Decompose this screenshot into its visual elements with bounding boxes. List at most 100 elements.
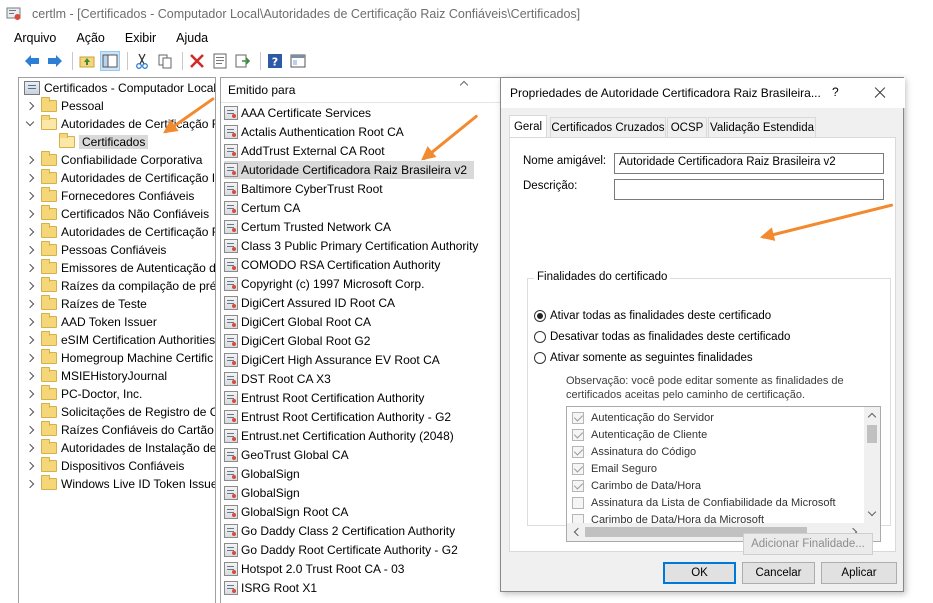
chevron-right-icon[interactable] (25, 461, 35, 471)
show-tree-icon[interactable] (100, 51, 120, 71)
forward-icon[interactable] (45, 51, 65, 71)
console-icon[interactable] (288, 51, 308, 71)
certificate-row[interactable]: Actalis Authentication Root CA (224, 123, 404, 141)
tree-item[interactable]: Certificados (59, 133, 149, 151)
purpose-item[interactable]: Assinatura da Lista de Confiabilidade da… (572, 494, 836, 511)
tab-ocsp[interactable]: OCSP (667, 117, 707, 137)
chevron-right-icon[interactable] (25, 155, 35, 165)
column-header-emitido-para[interactable]: Emitido para (221, 78, 502, 103)
tree-item[interactable]: Pessoal (25, 97, 104, 115)
purpose-item[interactable]: Carimbo de Data/Hora (572, 477, 701, 494)
chevron-right-icon[interactable] (25, 335, 35, 345)
tree-item[interactable]: Emissores de Autenticação d (25, 259, 215, 277)
purpose-checkbox[interactable] (572, 479, 584, 492)
tree-item[interactable]: Solicitações de Registro de Ce (25, 403, 215, 421)
chevron-right-icon[interactable] (25, 353, 35, 363)
chevron-right-icon[interactable] (25, 209, 35, 219)
certificate-row[interactable]: Copyright (c) 1997 Microsoft Corp. (224, 275, 424, 293)
tree-item[interactable]: Raízes de Teste (25, 295, 147, 313)
certificate-row[interactable]: Entrust.net Certification Authority (204… (224, 427, 454, 445)
tree-item[interactable]: Fornecedores Confiáveis (25, 187, 194, 205)
certificate-row[interactable]: AddTrust External CA Root (224, 142, 385, 160)
certificate-row[interactable]: Entrust Root Certification Authority (224, 389, 424, 407)
certificate-row[interactable]: Class 3 Public Primary Certification Aut… (224, 237, 478, 255)
menu-arquivo[interactable]: Arquivo (14, 31, 56, 45)
chevron-right-icon[interactable] (25, 317, 35, 327)
back-icon[interactable] (22, 51, 42, 71)
tree-item[interactable]: Raízes Confiáveis do Cartão I (25, 421, 215, 439)
tree-item[interactable]: Autoridades de Certificação I (25, 169, 215, 187)
certificate-row[interactable]: AAA Certificate Services (224, 104, 371, 122)
chevron-right-icon[interactable] (25, 299, 35, 309)
menu-acao[interactable]: Ação (76, 31, 105, 45)
purpose-checkbox[interactable] (572, 496, 584, 509)
radio-button[interactable] (534, 310, 546, 322)
chevron-right-icon[interactable] (25, 191, 35, 201)
certificate-row[interactable]: Go Daddy Class 2 Certification Authority (224, 522, 455, 540)
tree-item[interactable]: Pessoas Confiáveis (25, 241, 166, 259)
menu-exibir[interactable]: Exibir (125, 31, 156, 45)
tab-geral[interactable]: Geral (509, 115, 547, 138)
certificate-row[interactable]: Go Daddy Root Certificate Authority - G2 (224, 541, 458, 559)
tree-item[interactable]: Homegroup Machine Certific (25, 349, 213, 367)
tree-item[interactable]: MSIEHistoryJournal (25, 367, 167, 385)
tree-item[interactable]: Autoridades de Certificação F (25, 223, 215, 241)
certificate-row[interactable]: ISRG Root X1 (224, 579, 317, 597)
tree-item[interactable]: Dispositivos Confiáveis (25, 457, 184, 475)
tree-item[interactable]: Windows Live ID Token Issuer (25, 475, 215, 493)
description-field[interactable] (614, 179, 884, 200)
menu-ajuda[interactable]: Ajuda (176, 31, 208, 45)
certificate-row[interactable]: GlobalSign Root CA (224, 503, 348, 521)
certificate-row[interactable]: Certum CA (224, 199, 300, 217)
scroll-down-icon[interactable] (868, 510, 875, 517)
scroll-left-icon[interactable] (573, 528, 580, 535)
certificate-row[interactable]: DigiCert Global Root G2 (224, 332, 370, 350)
cut-icon[interactable] (132, 51, 152, 71)
purpose-item[interactable]: Email Seguro (572, 460, 657, 477)
friendly-name-field[interactable]: Autoridade Certificadora Raiz Brasileira… (614, 153, 884, 174)
help-icon[interactable]: ? (265, 51, 285, 71)
chevron-right-icon[interactable] (25, 245, 35, 255)
certificate-row[interactable]: Entrust Root Certification Authority - G… (224, 408, 451, 426)
chevron-right-icon[interactable] (25, 101, 35, 111)
purpose-checkbox[interactable] (572, 411, 584, 424)
chevron-right-icon[interactable] (25, 425, 35, 435)
certificate-row[interactable]: GeoTrust Global CA (224, 446, 349, 464)
certificate-row[interactable]: Certum Trusted Network CA (224, 218, 391, 236)
certificate-row[interactable]: COMODO RSA Certification Authority (224, 256, 440, 274)
tree-item[interactable]: eSIM Certification Authorities (25, 331, 215, 349)
certificate-row[interactable]: DigiCert High Assurance EV Root CA (224, 351, 440, 369)
purpose-checkbox[interactable] (572, 428, 584, 441)
purpose-checkbox[interactable] (572, 462, 584, 475)
cancel-button[interactable]: Cancelar (742, 562, 815, 584)
radio-button[interactable] (534, 352, 546, 364)
chevron-right-icon[interactable] (25, 389, 35, 399)
certificate-row[interactable]: DigiCert Global Root CA (224, 313, 371, 331)
chevron-right-icon[interactable] (25, 407, 35, 417)
certificate-row[interactable]: DigiCert Assured ID Root CA (224, 294, 395, 312)
apply-button[interactable]: Aplicar (821, 562, 897, 584)
vertical-scrollbar[interactable] (864, 407, 880, 525)
certificate-row[interactable]: Baltimore CyberTrust Root (224, 180, 383, 198)
purpose-item[interactable]: Autenticação do Servidor (572, 409, 714, 426)
chevron-down-icon[interactable] (25, 119, 35, 129)
radio-enable-only-selected[interactable]: Ativar somente as seguintes finalidades (534, 352, 753, 364)
certificate-row[interactable]: GlobalSign (224, 484, 300, 502)
radio-disable-all[interactable]: Desativar todas as finalidades deste cer… (534, 331, 790, 343)
chevron-right-icon[interactable] (25, 227, 35, 237)
tab-validacao-estendida[interactable]: Validação Estendida (708, 117, 816, 137)
radio-button[interactable] (534, 331, 546, 343)
chevron-right-icon[interactable] (25, 173, 35, 183)
export-icon[interactable] (233, 51, 253, 71)
certificate-row[interactable]: DST Root CA X3 (224, 370, 331, 388)
certificate-row[interactable]: Hotspot 2.0 Trust Root CA - 03 (224, 560, 404, 578)
tree-item[interactable]: PC-Doctor, Inc. (25, 385, 142, 403)
tree-item[interactable]: Confiabilidade Corporativa (25, 151, 202, 169)
chevron-right-icon[interactable] (25, 263, 35, 273)
tab-certificados-cruzados[interactable]: Certificados Cruzados (550, 117, 666, 137)
tree-item[interactable]: Autoridades de Instalação de (25, 439, 215, 457)
chevron-right-icon[interactable] (25, 281, 35, 291)
purpose-item[interactable]: Autenticação de Cliente (572, 426, 707, 443)
properties-icon[interactable] (210, 51, 230, 71)
purpose-item[interactable]: Assinatura do Código (572, 443, 696, 460)
